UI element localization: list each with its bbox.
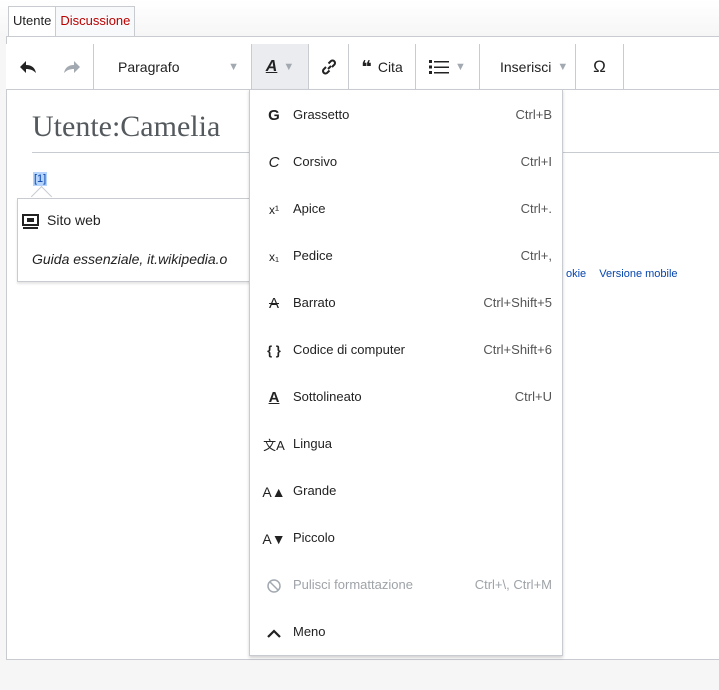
menu-item-shortcut: Ctrl+, xyxy=(520,248,552,263)
menu-item-label: Grassetto xyxy=(293,107,350,122)
menu-item-superscript[interactable]: x¹ Apice Ctrl+. xyxy=(250,186,562,233)
italic-icon: C xyxy=(268,154,280,171)
reference-marker[interactable]: [1] xyxy=(33,172,48,186)
menu-item-label: Lingua xyxy=(293,436,333,451)
menu-item-label: Barrato xyxy=(293,295,336,310)
website-icon xyxy=(22,214,39,229)
menu-item-label: Piccolo xyxy=(293,530,335,545)
menu-item-label: Pulisci formattazione xyxy=(293,577,413,592)
menu-item-underline[interactable]: A Sottolineato Ctrl+U xyxy=(250,374,562,421)
page-tabs: Utente Discussione xyxy=(0,0,719,37)
code-icon: { } xyxy=(267,343,281,358)
link-button[interactable] xyxy=(309,44,349,89)
language-icon: 文A xyxy=(263,438,285,453)
editor-toolbar: Paragrafo ▼ A ▼ ❝ Cita ▼ Inserisci ▼ Ω xyxy=(6,44,719,90)
menu-item-label: Sottolineato xyxy=(293,389,362,404)
footer-link-mobile[interactable]: Versione mobile xyxy=(599,268,677,280)
menu-item-smaller[interactable]: A▼ Piccolo xyxy=(250,515,562,562)
strikethrough-icon: A xyxy=(268,295,279,312)
citation-title: Guida essenziale xyxy=(32,251,140,267)
menu-item-shortcut: Ctrl+. xyxy=(520,201,552,216)
menu-item-bigger[interactable]: A▲ Grande xyxy=(250,468,562,515)
text-style-menu: G Grassetto Ctrl+B C Corsivo Ctrl+I x¹ A… xyxy=(249,89,563,656)
footer-links: okie Versione mobile xyxy=(566,268,688,280)
cite-button[interactable]: ❝ Cita xyxy=(349,44,416,89)
redo-button[interactable] xyxy=(50,44,94,89)
menu-item-label: Codice di computer xyxy=(293,342,405,357)
tab-discussion[interactable]: Discussione xyxy=(56,6,136,37)
tab-user[interactable]: Utente xyxy=(8,6,57,37)
chevron-down-icon: ▼ xyxy=(455,60,466,73)
citation-source: , it.wikipedia.o xyxy=(139,251,228,267)
superscript-icon: x¹ xyxy=(269,202,279,217)
citation-type-title: Sito web xyxy=(47,212,101,228)
bold-icon: G xyxy=(268,107,280,124)
footer-link-cookie[interactable]: okie xyxy=(566,268,586,280)
menu-item-shortcut: Ctrl+Shift+6 xyxy=(483,342,552,357)
menu-item-label: Pedice xyxy=(293,248,333,263)
list-dropdown[interactable]: ▼ xyxy=(416,44,480,89)
paragraph-format-dropdown[interactable]: Paragrafo ▼ xyxy=(94,44,252,89)
undo-icon xyxy=(20,60,36,73)
menu-item-shortcut: Ctrl+\, Ctrl+M xyxy=(474,577,552,592)
chevron-down-icon: ▼ xyxy=(283,60,295,73)
menu-item-shortcut: Ctrl+I xyxy=(520,154,552,169)
subscript-icon: x₁ xyxy=(268,249,280,264)
menu-item-shortcut: Ctrl+B xyxy=(515,107,552,122)
menu-item-label: Corsivo xyxy=(293,154,338,169)
menu-item-clear-formatting[interactable]: Pulisci formattazione Ctrl+\, Ctrl+M xyxy=(250,562,562,609)
undo-button[interactable] xyxy=(6,44,50,89)
chevron-down-icon: ▼ xyxy=(557,60,569,73)
page-title: Utente:Camelia xyxy=(32,110,221,143)
menu-item-bold[interactable]: G Grassetto Ctrl+B xyxy=(250,92,562,139)
menu-item-subscript[interactable]: x₁ Pedice Ctrl+, xyxy=(250,233,562,280)
clear-format-icon xyxy=(260,562,288,609)
smaller-icon: A▼ xyxy=(262,530,286,547)
menu-item-shortcut: Ctrl+U xyxy=(514,389,552,404)
chevron-up-icon xyxy=(260,609,288,656)
menu-item-label: Meno xyxy=(293,624,326,639)
insert-label: Inserisci xyxy=(500,58,552,75)
quote-icon: ❝ xyxy=(361,56,372,77)
menu-item-language[interactable]: 文A Lingua xyxy=(250,421,562,468)
link-icon xyxy=(321,59,336,74)
chevron-down-icon: ▼ xyxy=(228,60,239,73)
underline-icon: A xyxy=(268,389,280,406)
omega-icon: Ω xyxy=(593,56,606,76)
menu-item-shortcut: Ctrl+Shift+5 xyxy=(483,295,552,310)
menu-item-italic[interactable]: C Corsivo Ctrl+I xyxy=(250,139,562,186)
menu-item-label: Grande xyxy=(293,483,337,498)
bigger-icon: A▲ xyxy=(262,483,286,500)
special-character-button[interactable]: Ω xyxy=(576,44,624,89)
paragraph-format-label: Paragrafo xyxy=(118,58,180,75)
menu-item-strikethrough[interactable]: A Barrato Ctrl+Shift+5 xyxy=(250,280,562,327)
citation-text: Guida essenziale, it.wikipedia.o xyxy=(32,251,227,267)
citation-popup xyxy=(17,198,257,282)
bullet-list-icon xyxy=(429,59,450,74)
insert-dropdown[interactable]: Inserisci ▼ xyxy=(480,44,576,89)
text-style-dropdown[interactable]: A ▼ xyxy=(252,44,309,89)
redo-icon xyxy=(63,60,80,73)
menu-item-label: Apice xyxy=(293,201,326,216)
cite-label: Cita xyxy=(377,58,403,75)
menu-item-less[interactable]: Meno xyxy=(250,609,562,656)
menu-item-code[interactable]: { } Codice di computer Ctrl+Shift+6 xyxy=(250,327,562,374)
text-style-icon: A xyxy=(265,57,278,75)
